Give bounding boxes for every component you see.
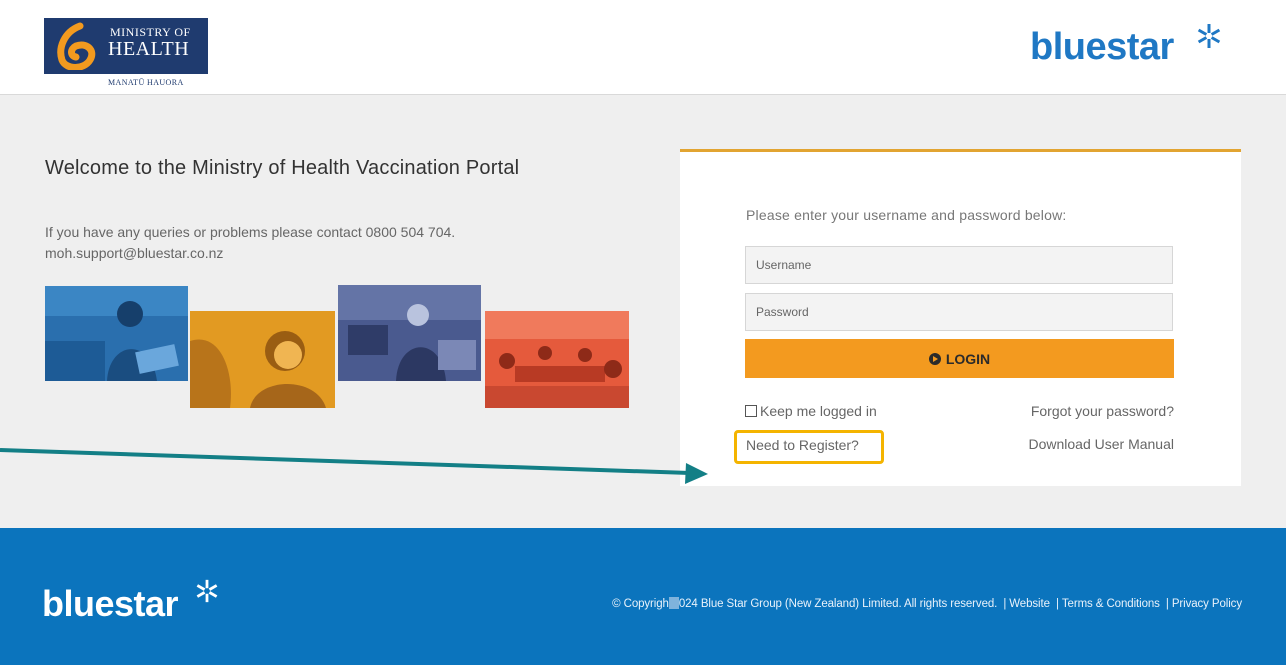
moh-swirl-icon: [57, 22, 96, 70]
contact-email-text: moh.support@bluestar.co.nz: [45, 245, 224, 261]
photo-warehouse-worker: [338, 285, 481, 381]
username-field[interactable]: [745, 246, 1173, 284]
annotation-arrow: [0, 448, 708, 484]
page-footer: bluestar © Copyrigh 024 Blue Star Group (…: [0, 528, 1286, 665]
arrow-circle-right-icon: [928, 352, 941, 365]
copyright-statement: 024 Blue Star Group (New Zealand) Limite…: [678, 598, 998, 610]
keep-logged-in-option[interactable]: Keep me logged in: [745, 403, 877, 419]
register-link[interactable]: Need to Register?: [734, 430, 884, 464]
moh-logo-box: MINISTRY OF HEALTH: [44, 18, 208, 74]
keep-logged-in-checkbox[interactable]: [745, 405, 757, 417]
copyright-prefix: © Copyrigh: [612, 598, 669, 610]
copyright-redaction: [668, 597, 679, 609]
photo-meeting-room: [485, 311, 629, 408]
keep-logged-in-label: Keep me logged in: [760, 403, 877, 419]
footer-link-terms[interactable]: Terms & Conditions: [1062, 598, 1160, 610]
footer-separator: |: [1056, 598, 1059, 610]
forgot-password-link[interactable]: Forgot your password?: [1031, 403, 1174, 419]
bluestar-logo-footer[interactable]: bluestar: [42, 579, 218, 624]
login-card: Please enter your username and password …: [680, 149, 1241, 486]
footer-bluestar-wordmark: bluestar: [42, 583, 179, 624]
login-button[interactable]: LOGIN: [745, 339, 1174, 378]
moh-logo-line2: HEALTH: [108, 38, 190, 60]
footer-link-privacy[interactable]: Privacy Policy: [1172, 598, 1242, 610]
footer-link-website[interactable]: Website: [1009, 598, 1050, 610]
photo-smiling-woman-image: [190, 311, 335, 408]
password-field[interactable]: [745, 293, 1173, 331]
ministry-of-health-logo[interactable]: MINISTRY OF HEALTH MANATŪ HAUORA: [44, 18, 208, 90]
contact-phone-text: If you have any queries or problems plea…: [45, 224, 456, 240]
photo-woman-reading: [45, 286, 188, 381]
photo-warehouse-worker-image: [338, 285, 481, 381]
photo-woman-reading-image: [45, 286, 188, 381]
login-prompt: Please enter your username and password …: [746, 207, 1067, 223]
download-manual-link[interactable]: Download User Manual: [1028, 436, 1174, 452]
copyright-text: © Copyrigh 024 Blue Star Group (New Zeala…: [612, 597, 1242, 610]
bluestar-wordmark: bluestar: [1030, 26, 1174, 68]
footer-separator: |: [1165, 598, 1169, 610]
photo-meeting-room-image: [485, 311, 629, 408]
contact-info: If you have any queries or problems plea…: [45, 222, 455, 264]
footer-star-cluster-icon: [196, 579, 218, 603]
login-button-label: LOGIN: [945, 350, 991, 367]
bluestar-logo-header[interactable]: bluestar: [1030, 24, 1221, 78]
moh-logo-subtitle: MANATŪ HAUORA: [108, 78, 184, 87]
page-title: Welcome to the Ministry of Health Vaccin…: [45, 157, 520, 179]
star-cluster-icon: [1197, 24, 1221, 48]
page-header: MINISTRY OF HEALTH MANATŪ HAUORA bluesta…: [0, 0, 1286, 95]
photo-smiling-woman: [190, 311, 335, 408]
footer-separator: |: [1003, 598, 1007, 610]
